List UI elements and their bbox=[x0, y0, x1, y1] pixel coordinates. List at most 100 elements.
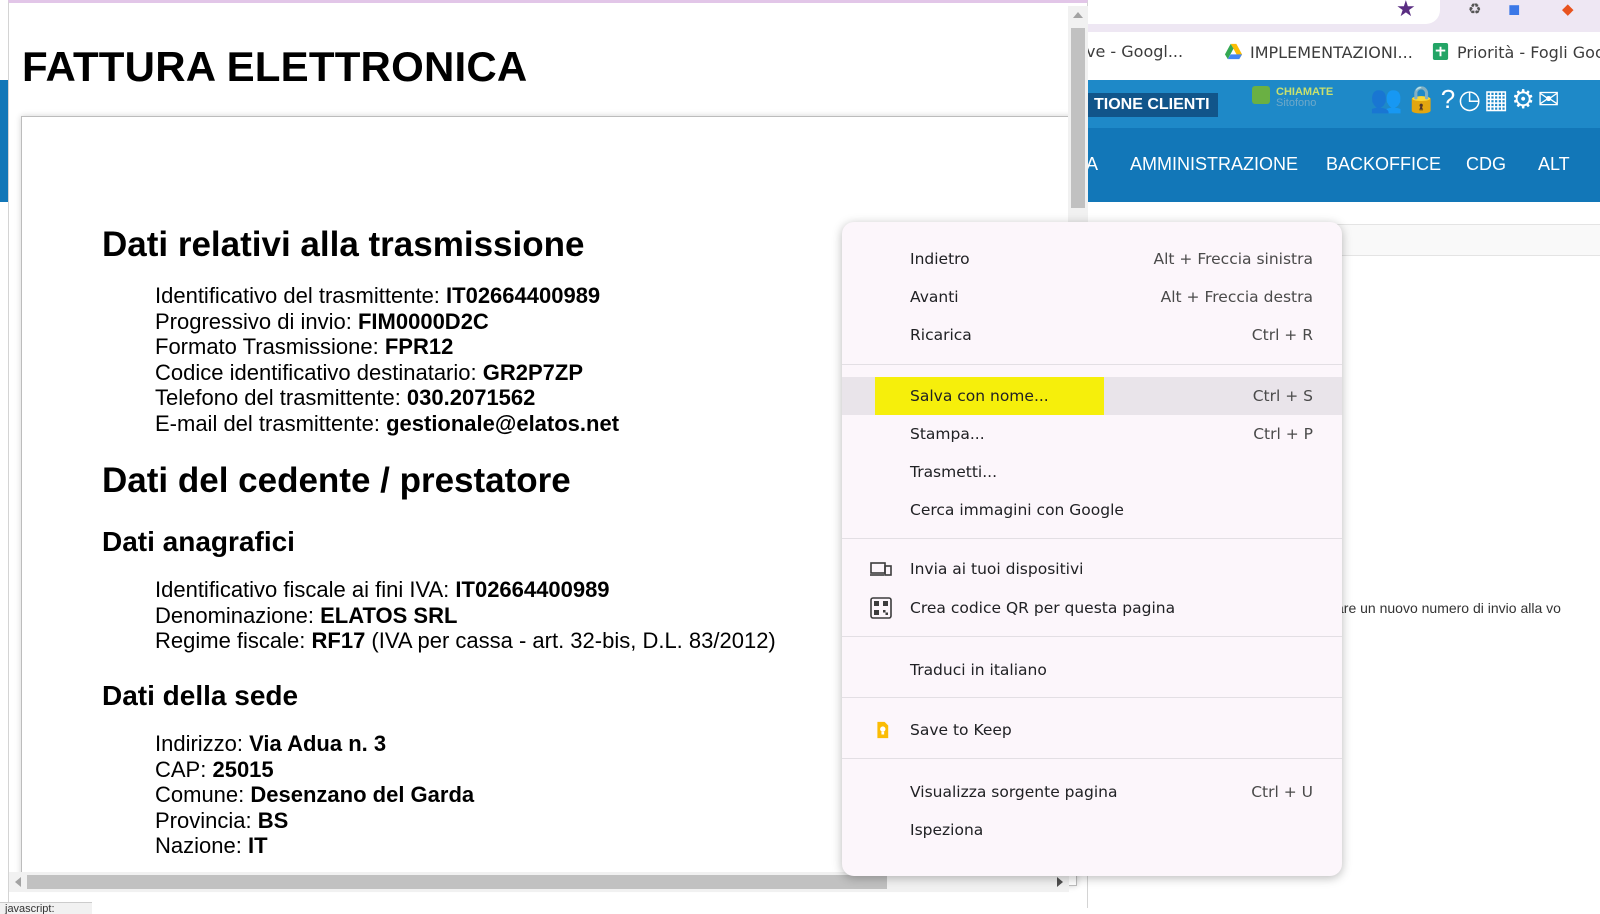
menu-separator bbox=[842, 758, 1342, 759]
data-row: Identificativo fiscale ai fini IVA: IT02… bbox=[155, 577, 776, 603]
subheading-anagrafici: Dati anagrafici bbox=[102, 526, 295, 557]
data-row: E-mail del trasmittente: gestionale@elat… bbox=[155, 411, 619, 437]
menu-item-traduci[interactable]: Traduci in italiano bbox=[842, 651, 1342, 689]
users-icon[interactable]: 👥 bbox=[1370, 84, 1405, 114]
menu-item-label: Visualizza sorgente pagina bbox=[910, 783, 1118, 801]
status-bar: javascript: bbox=[0, 902, 92, 914]
nav-item-alt[interactable]: ALT bbox=[1538, 154, 1570, 175]
data-row: Nazione: IT bbox=[155, 833, 474, 859]
data-row: Indirizzo: Via Adua n. 3 bbox=[155, 731, 474, 757]
menu-item-salva-con-nome[interactable]: Salva con nome... Ctrl + S bbox=[842, 377, 1342, 415]
toolbar-icons: 👥🔒?◷▦⚙✉ bbox=[1370, 84, 1563, 115]
row-label: CAP: bbox=[155, 756, 213, 782]
background-address-bar[interactable] bbox=[1086, 0, 1440, 24]
nav-item-backoffice[interactable]: BACKOFFICE bbox=[1326, 154, 1441, 175]
translate-extension-icon[interactable]: ◼ bbox=[1508, 0, 1520, 18]
menu-item-shortcut: Ctrl + S bbox=[1252, 387, 1313, 405]
row-label: Indirizzo: bbox=[155, 731, 250, 756]
background-partial-text: are un nuovo numero di invio alla vo bbox=[1336, 600, 1561, 616]
menu-item-codice-qr[interactable]: Crea codice QR per questa pagina bbox=[842, 589, 1342, 627]
app-top-bar: TIONE CLIENTI CHIAMATE Sitofono 👥🔒?◷▦⚙✉ bbox=[1086, 80, 1600, 128]
row-value: 030.2071562 bbox=[406, 385, 536, 410]
menu-item-stampa[interactable]: Stampa... Ctrl + P bbox=[842, 415, 1342, 453]
row-label: E-mail del trasmittente: bbox=[155, 410, 387, 436]
clock-icon[interactable]: ◷ bbox=[1458, 84, 1484, 114]
calendar-icon[interactable]: ▦ bbox=[1484, 84, 1512, 114]
menu-item-label: Cerca immagini con Google bbox=[910, 501, 1124, 519]
row-label: Identificativo fiscale ai fini IVA: bbox=[155, 577, 456, 602]
data-row: Progressivo di invio: FIM0000D2C bbox=[155, 309, 619, 335]
bookmark-label: Priorità - Fogli Goo bbox=[1457, 43, 1600, 62]
trasmissione-rows: Identificativo del trasmittente: IT02664… bbox=[155, 283, 619, 436]
horizontal-scroll-thumb[interactable] bbox=[27, 875, 887, 889]
qr-code-icon bbox=[870, 597, 892, 619]
lock-icon[interactable]: 🔒 bbox=[1405, 84, 1440, 114]
menu-item-trasmetti[interactable]: Trasmetti... bbox=[842, 453, 1342, 491]
row-label: Telefono del trasmittente: bbox=[155, 385, 407, 410]
mail-icon[interactable]: ✉ bbox=[1538, 84, 1563, 114]
data-row: Formato Trasmissione: FPR12 bbox=[155, 334, 619, 360]
bookmark-item[interactable]: ve - Googl... bbox=[1086, 42, 1183, 61]
bookmark-label: IMPLEMENTAZIONI... bbox=[1250, 43, 1413, 62]
row-value: 25015 bbox=[212, 756, 274, 782]
nav-item-cdg[interactable]: CDG bbox=[1466, 154, 1506, 175]
row-label: Identificativo del trasmittente: bbox=[155, 283, 447, 308]
row-value: FPR12 bbox=[384, 334, 454, 359]
menu-separator bbox=[842, 538, 1342, 539]
vertical-scroll-thumb[interactable] bbox=[1071, 28, 1085, 208]
row-value: RF17 bbox=[311, 628, 366, 653]
bookmark-label: ve - Googl... bbox=[1086, 42, 1184, 61]
row-value: Desenzano del Garda bbox=[250, 782, 475, 807]
menu-item-invia-dispositivi[interactable]: Invia ai tuoi dispositivi bbox=[842, 550, 1342, 588]
menu-item-ispeziona[interactable]: Ispeziona bbox=[842, 811, 1342, 849]
row-label: Codice identificativo destinatario: bbox=[155, 359, 483, 385]
gears-icon[interactable]: ⚙ bbox=[1511, 84, 1537, 114]
menu-separator bbox=[842, 636, 1342, 637]
recycle-extension-icon[interactable]: ♻ bbox=[1468, 0, 1481, 18]
data-row: CAP: 25015 bbox=[155, 757, 474, 783]
menu-item-label: Traduci in italiano bbox=[910, 661, 1047, 679]
nav-item-amministrazione[interactable]: AMMINISTRAZIONE bbox=[1130, 154, 1298, 175]
row-value: IT02664400989 bbox=[455, 577, 610, 602]
sede-rows: Indirizzo: Via Adua n. 3 CAP: 25015 Comu… bbox=[155, 731, 474, 859]
menu-item-label: Indietro bbox=[910, 250, 970, 268]
google-drive-icon bbox=[1224, 43, 1243, 60]
menu-item-label: Ispeziona bbox=[910, 821, 984, 839]
data-row: Denominazione: ELATOS SRL bbox=[155, 603, 776, 629]
bookmark-item[interactable]: Priorità - Fogli Goo bbox=[1431, 42, 1600, 62]
row-value: Via Adua n. 3 bbox=[249, 731, 387, 756]
menu-item-shortcut: Alt + Freccia sinistra bbox=[1153, 250, 1314, 268]
row-note: (IVA per cassa - art. 32-bis, D.L. 83/20… bbox=[365, 628, 776, 653]
menu-item-label: Invia ai tuoi dispositivi bbox=[910, 560, 1084, 578]
scroll-up-icon[interactable] bbox=[1073, 12, 1083, 18]
chiamate-sub-label: Sitofono bbox=[1276, 97, 1317, 109]
devices-icon bbox=[870, 562, 892, 576]
menu-item-cerca-immagini[interactable]: Cerca immagini con Google bbox=[842, 491, 1342, 529]
menu-item-sorgente-pagina[interactable]: Visualizza sorgente pagina Ctrl + U bbox=[842, 773, 1342, 811]
menu-item-indietro[interactable]: Indietro Alt + Freccia sinistra bbox=[842, 240, 1342, 278]
menu-item-avanti[interactable]: Avanti Alt + Freccia destra bbox=[842, 278, 1342, 316]
section-heading-cedente: Dati del cedente / prestatore bbox=[102, 461, 571, 500]
data-row: Identificativo del trasmittente: IT02664… bbox=[155, 283, 619, 309]
scroll-left-icon[interactable] bbox=[15, 877, 21, 887]
menu-item-label: Avanti bbox=[910, 288, 959, 306]
bookmark-item[interactable]: IMPLEMENTAZIONI... bbox=[1224, 42, 1413, 62]
context-menu: Indietro Alt + Freccia sinistra Avanti A… bbox=[842, 222, 1342, 876]
bookmark-star-icon[interactable]: ★ bbox=[1396, 0, 1416, 22]
menu-item-save-to-keep[interactable]: Save to Keep bbox=[842, 711, 1342, 749]
row-value: FIM0000D2C bbox=[357, 308, 489, 334]
keep-icon bbox=[877, 721, 889, 739]
google-sheets-icon bbox=[1432, 42, 1449, 61]
data-row: Codice identificativo destinatario: GR2P… bbox=[155, 360, 619, 386]
help-icon[interactable]: ? bbox=[1441, 84, 1458, 114]
menu-item-ricarica[interactable]: Ricarica Ctrl + R bbox=[842, 316, 1342, 354]
row-value: IT bbox=[247, 833, 268, 858]
menu-item-shortcut: Ctrl + U bbox=[1251, 783, 1313, 801]
menu-item-shortcut: Ctrl + P bbox=[1253, 425, 1313, 443]
row-label: Comune: bbox=[155, 782, 251, 807]
chiamate-logo[interactable]: CHIAMATE Sitofono bbox=[1252, 84, 1336, 110]
row-label: Regime fiscale: bbox=[155, 628, 312, 653]
scroll-right-icon[interactable] bbox=[1057, 877, 1063, 887]
extension-icon[interactable]: ◆ bbox=[1562, 0, 1574, 18]
row-label: Nazione: bbox=[155, 833, 248, 858]
